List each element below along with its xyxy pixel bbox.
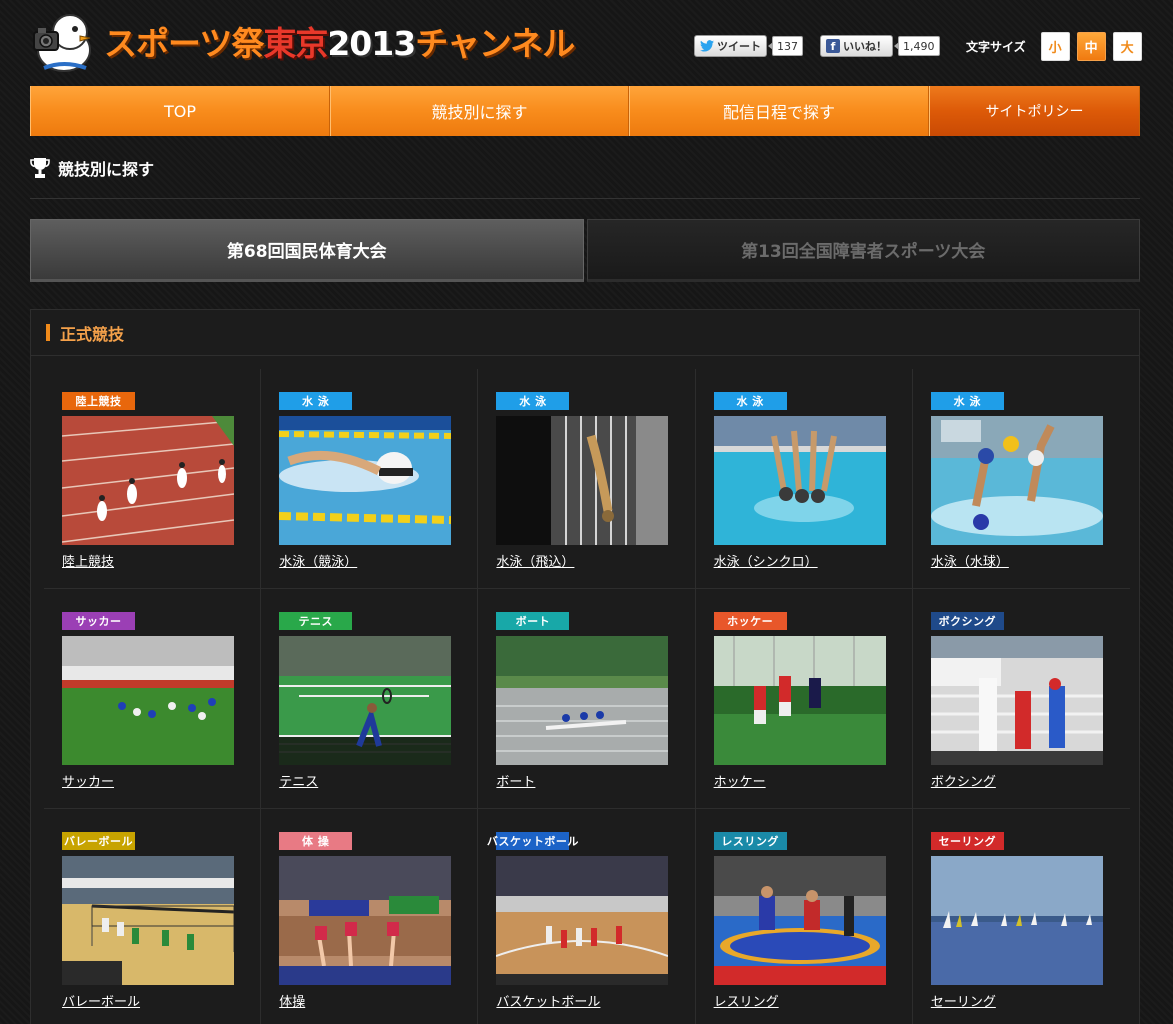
sport-card[interactable]: レスリング レスリング	[696, 809, 913, 1024]
sport-category-badge: バレーボール	[62, 832, 135, 850]
tennis-photo[interactable]	[279, 636, 452, 765]
tab-national-sports-festival[interactable]: 第68回国民体育大会	[30, 219, 584, 282]
sport-link[interactable]: バスケットボール	[496, 991, 600, 1010]
sport-link[interactable]: テニス	[279, 771, 318, 790]
sport-card[interactable]: バスケットボール バスケットボール	[478, 809, 696, 1024]
page-heading: 競技別に探す	[30, 156, 154, 180]
font-size-switcher: 文字サイズ 小 中 大	[966, 32, 1142, 61]
sport-card[interactable]: ボクシング ボクシング	[913, 589, 1130, 809]
sport-category-badge: ボクシング	[930, 612, 1004, 630]
section-title: 正式競技	[60, 324, 125, 344]
tweet-count: 137	[768, 36, 803, 56]
sport-card[interactable]: 水 泳 水泳（水球）	[913, 369, 1130, 589]
wrestling-photo[interactable]	[713, 856, 886, 985]
sport-category-badge: 水 泳	[713, 392, 787, 410]
sport-category-badge: セーリング	[930, 832, 1004, 850]
sport-card[interactable]: バレーボール バレーボール	[44, 809, 262, 1024]
sport-link[interactable]: レスリング	[714, 991, 779, 1010]
rowing-photo[interactable]	[496, 636, 669, 765]
nav-item-top[interactable]: TOP	[30, 86, 330, 136]
sport-category-badge: バスケットボール	[487, 832, 578, 850]
event-tabs: 第68回国民体育大会 第13回全国障害者スポーツ大会	[30, 219, 1140, 282]
sport-card[interactable]: 水 泳 水泳（競泳）	[261, 369, 479, 589]
sport-category-badge: 水 泳	[930, 392, 1004, 410]
nav-item-by-sport[interactable]: 競技別に探す	[330, 86, 629, 136]
synchro-photo[interactable]	[713, 416, 886, 545]
sport-category-badge: ホッケー	[713, 612, 787, 630]
sport-category-badge: 水 泳	[496, 392, 570, 410]
sport-link[interactable]: サッカー	[62, 771, 114, 790]
site-logo[interactable]: スポーツ祭東京2013チャンネル	[30, 10, 590, 74]
sport-link[interactable]: 体操	[279, 991, 305, 1010]
sports-grid: 陸上競技 陸上競技 水 泳 水泳（競泳） 水 泳 水泳（飛込） 水 泳 水泳（シ…	[44, 369, 1130, 1024]
like-count: 1,490	[894, 36, 940, 56]
sports-panel: 正式競技 陸上競技 陸上競技 水 泳 水泳（競泳） 水 泳 水泳（飛込） 水 泳…	[30, 309, 1140, 1024]
sport-category-badge: 体 操	[279, 832, 353, 850]
track-photo[interactable]	[62, 416, 234, 545]
font-size-medium-button[interactable]: 中	[1076, 32, 1106, 61]
sports-row: バレーボール バレーボール 体 操 体操 バスケットボール バスケットボール レ…	[44, 809, 1130, 1024]
sport-card[interactable]: サッカー サッカー	[44, 589, 262, 809]
swimmer-photo[interactable]	[279, 416, 452, 545]
facebook-icon: f	[826, 39, 840, 53]
like-widget: f いいね！ 1,490	[820, 35, 940, 57]
site-header: スポーツ祭東京2013チャンネル ツイート 137 f いいね！ 1,490 文…	[0, 0, 1173, 86]
font-size-label: 文字サイズ	[966, 40, 1026, 54]
logo-title: スポーツ祭東京2013チャンネル	[104, 24, 575, 63]
tab-disabled-sports-festival[interactable]: 第13回全国障害者スポーツ大会	[586, 219, 1140, 282]
mascot-icon	[33, 14, 91, 72]
sport-category-badge: 水 泳	[279, 392, 353, 410]
tweet-widget: ツイート 137	[694, 35, 803, 57]
soccer-photo[interactable]	[62, 636, 234, 765]
sport-category-badge: 陸上競技	[62, 392, 135, 410]
sport-link[interactable]: 陸上競技	[62, 551, 114, 570]
basketball-photo[interactable]	[496, 856, 669, 985]
sport-link[interactable]: セーリング	[931, 991, 996, 1010]
tweet-label: ツイート	[717, 40, 761, 53]
section-marker	[46, 324, 50, 341]
sport-card[interactable]: 陸上競技 陸上競技	[44, 369, 262, 589]
sport-card[interactable]: セーリング セーリング	[913, 809, 1130, 1024]
sport-card[interactable]: テニス テニス	[261, 589, 479, 809]
sport-link[interactable]: 水泳（競泳）	[279, 551, 357, 570]
waterpolo-photo[interactable]	[930, 416, 1103, 545]
sport-category-badge: ボート	[496, 612, 570, 630]
diver-photo[interactable]	[496, 416, 669, 545]
sport-link[interactable]: ホッケー	[714, 771, 766, 790]
boxing-photo[interactable]	[930, 636, 1103, 765]
title-divider	[30, 198, 1140, 199]
page-title: 競技別に探す	[58, 160, 155, 179]
sport-link[interactable]: 水泳（シンクロ）	[714, 551, 818, 570]
sport-card[interactable]: 水 泳 水泳（飛込）	[478, 369, 696, 589]
like-label: いいね！	[843, 40, 887, 53]
sport-card[interactable]: ホッケー ホッケー	[696, 589, 913, 809]
sport-link[interactable]: バレーボール	[62, 991, 140, 1010]
nav-item-site-policy[interactable]: サイトポリシー	[929, 86, 1140, 136]
sport-link[interactable]: 水泳（水球）	[931, 551, 1009, 570]
nav-item-by-schedule[interactable]: 配信日程で探す	[629, 86, 929, 136]
main-nav: TOP 競技別に探す 配信日程で探す サイトポリシー	[30, 86, 1140, 136]
sports-row: サッカー サッカー テニス テニス ボート ボート ホッケー ホッケー ボクシン…	[44, 589, 1130, 809]
sport-card[interactable]: 体 操 体操	[261, 809, 479, 1024]
hockey-photo[interactable]	[713, 636, 886, 765]
trophy-icon	[30, 158, 50, 178]
sport-category-badge: レスリング	[713, 832, 787, 850]
section-header: 正式競技	[31, 310, 1139, 356]
sports-row: 陸上競技 陸上競技 水 泳 水泳（競泳） 水 泳 水泳（飛込） 水 泳 水泳（シ…	[44, 369, 1130, 589]
twitter-bird-icon	[700, 40, 714, 52]
sport-card[interactable]: 水 泳 水泳（シンクロ）	[696, 369, 913, 589]
sport-category-badge: サッカー	[62, 612, 135, 630]
sport-link[interactable]: 水泳（飛込）	[496, 551, 574, 570]
sport-link[interactable]: ボート	[496, 771, 535, 790]
like-button[interactable]: f いいね！	[820, 35, 893, 57]
sport-link[interactable]: ボクシング	[931, 771, 996, 790]
tweet-button[interactable]: ツイート	[694, 35, 767, 57]
font-size-small-button[interactable]: 小	[1040, 32, 1070, 61]
volleyball-photo[interactable]	[62, 856, 234, 985]
font-size-large-button[interactable]: 大	[1112, 32, 1142, 61]
sailing-photo[interactable]	[930, 856, 1103, 985]
sport-category-badge: テニス	[279, 612, 353, 630]
gymnastics-photo[interactable]	[279, 856, 452, 985]
sport-card[interactable]: ボート ボート	[478, 589, 696, 809]
